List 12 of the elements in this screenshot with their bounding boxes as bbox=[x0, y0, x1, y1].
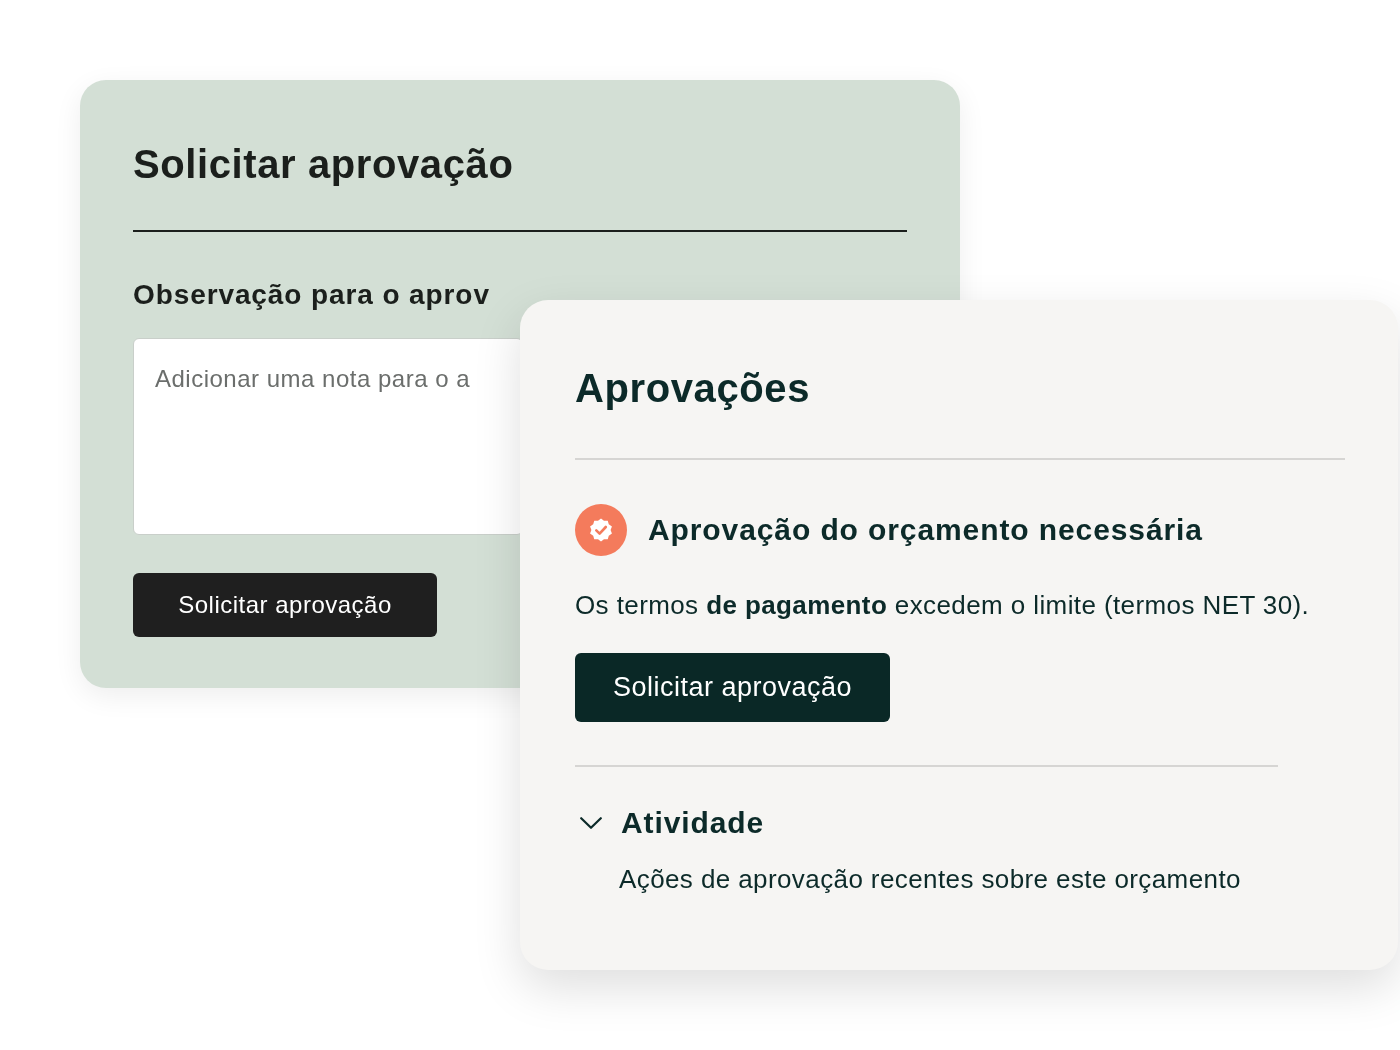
panel-title: Solicitar aprovação bbox=[133, 141, 514, 188]
request-approval-button[interactable]: Solicitar aprovação bbox=[575, 653, 890, 722]
chevron-icon bbox=[580, 817, 602, 829]
panel-title: Aprovações bbox=[575, 365, 810, 412]
note-input-field[interactable]: Adicionar uma nota para o a bbox=[133, 338, 523, 535]
verified-badge-icon bbox=[575, 504, 627, 556]
request-approval-button[interactable]: Solicitar aprovação bbox=[133, 573, 437, 637]
activity-toggle[interactable]: Atividade bbox=[575, 805, 765, 841]
alert-heading: Aprovação do orçamento necessária bbox=[648, 512, 1203, 548]
note-label: Observação para o aprov bbox=[133, 278, 490, 312]
activity-description: Ações de aprovação recentes sobre este orçamento bbox=[619, 863, 1241, 895]
alert-description: Os termos de pagamento excedem o limite (termos NET 30). bbox=[575, 589, 1310, 621]
